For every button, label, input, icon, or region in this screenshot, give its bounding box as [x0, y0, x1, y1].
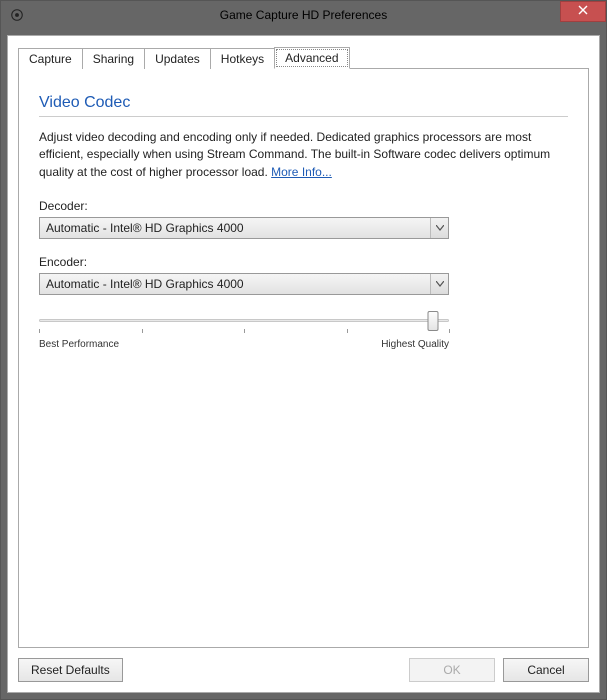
slider-thumb[interactable]	[427, 311, 438, 331]
slider-tick	[142, 329, 143, 333]
slider-tick	[449, 329, 450, 333]
encoder-select[interactable]: Automatic - Intel® HD Graphics 4000	[39, 273, 449, 295]
slider-min-label: Best Performance	[39, 339, 119, 350]
slider-track[interactable]	[39, 311, 449, 331]
client-area: Capture Sharing Updates Hotkeys Advanced…	[7, 35, 600, 693]
slider-rail	[39, 319, 449, 322]
decoder-select[interactable]: Automatic - Intel® HD Graphics 4000	[39, 217, 449, 239]
reset-defaults-button[interactable]: Reset Defaults	[18, 658, 123, 682]
ok-button[interactable]: OK	[409, 658, 495, 682]
window-title: Game Capture HD Preferences	[1, 8, 606, 22]
tab-hotkeys[interactable]: Hotkeys	[210, 48, 275, 69]
decoder-select-wrap: Automatic - Intel® HD Graphics 4000	[39, 217, 449, 239]
tab-content-advanced: Video Codec Adjust video decoding and en…	[18, 69, 589, 648]
preferences-window: Game Capture HD Preferences Capture Shar…	[0, 0, 607, 700]
dialog-footer: Reset Defaults OK Cancel	[18, 648, 589, 682]
tabstrip: Capture Sharing Updates Hotkeys Advanced	[18, 46, 589, 69]
tab-updates[interactable]: Updates	[144, 48, 211, 69]
close-button[interactable]	[560, 1, 606, 22]
section-title: Video Codec	[39, 94, 568, 117]
slider-max-label: Highest Quality	[381, 339, 449, 350]
slider-tick	[244, 329, 245, 333]
encoder-label: Encoder:	[39, 255, 568, 269]
app-icon	[9, 7, 25, 23]
slider-tick	[347, 329, 348, 333]
cancel-button[interactable]: Cancel	[503, 658, 589, 682]
titlebar: Game Capture HD Preferences	[1, 1, 606, 29]
section-description: Adjust video decoding and encoding only …	[39, 129, 568, 181]
quality-slider: Best Performance Highest Quality	[39, 311, 449, 350]
encoder-select-wrap: Automatic - Intel® HD Graphics 4000	[39, 273, 449, 295]
tab-advanced[interactable]: Advanced	[274, 47, 349, 69]
decoder-label: Decoder:	[39, 199, 568, 213]
tab-sharing[interactable]: Sharing	[82, 48, 145, 69]
slider-tick	[39, 329, 40, 333]
slider-labels: Best Performance Highest Quality	[39, 339, 449, 350]
more-info-link[interactable]: More Info...	[271, 165, 332, 179]
tab-capture[interactable]: Capture	[18, 48, 83, 69]
close-icon	[578, 5, 588, 18]
